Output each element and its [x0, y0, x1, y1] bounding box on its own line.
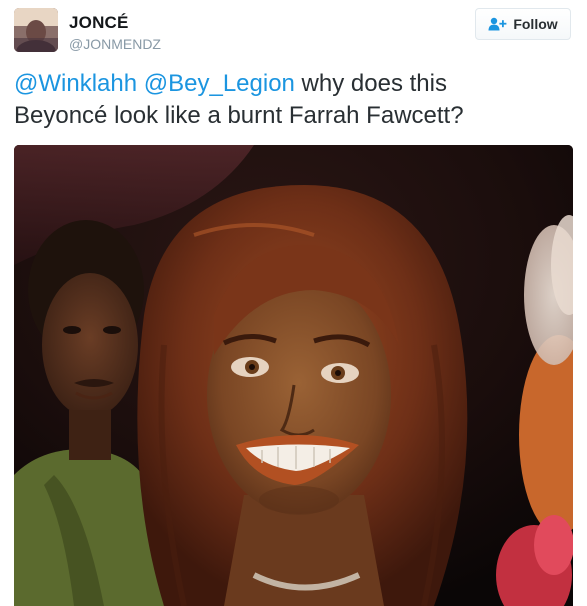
- display-name[interactable]: JONCÉ: [69, 13, 129, 33]
- screen-name[interactable]: @JONMENDZ: [69, 36, 161, 52]
- follow-button[interactable]: Follow: [475, 8, 571, 40]
- wax-figure-photo: [14, 145, 573, 606]
- tweet-media-photo[interactable]: [14, 145, 573, 606]
- tweet-text-line-1: why does this: [294, 70, 447, 97]
- follow-label: Follow: [513, 16, 558, 32]
- mention-link-bey-legion[interactable]: @Bey_Legion: [144, 70, 295, 97]
- tweet-text-line-2: Beyoncé look like a burnt Farrah Fawcett…: [14, 102, 464, 129]
- add-user-icon: [488, 17, 507, 31]
- avatar[interactable]: [14, 8, 58, 52]
- tweet-text: @Winklahh @Bey_Legion why does this Beyon…: [14, 68, 574, 132]
- profile-photo: [14, 8, 58, 52]
- mention-link-winklahh[interactable]: @Winklahh: [14, 70, 137, 97]
